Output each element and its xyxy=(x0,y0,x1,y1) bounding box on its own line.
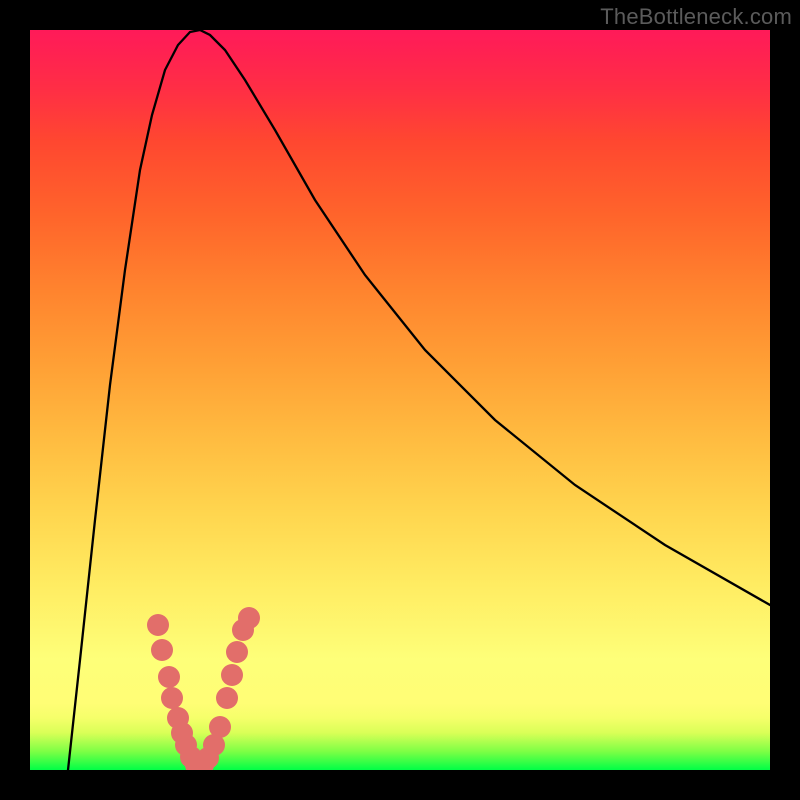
data-point-marker xyxy=(209,716,231,738)
data-point-marker xyxy=(161,687,183,709)
chart-frame: TheBottleneck.com xyxy=(0,0,800,800)
data-point-marker xyxy=(221,664,243,686)
watermark-text: TheBottleneck.com xyxy=(600,4,792,30)
plot-area xyxy=(30,30,770,770)
data-point-marker-group xyxy=(147,607,260,770)
data-point-marker xyxy=(238,607,260,629)
data-point-marker xyxy=(216,687,238,709)
data-point-marker xyxy=(158,666,180,688)
curve-left-branch xyxy=(68,30,200,770)
curve-right-branch xyxy=(200,30,770,605)
data-point-marker xyxy=(226,641,248,663)
data-point-marker xyxy=(151,639,173,661)
curve-layer xyxy=(30,30,770,770)
data-point-marker xyxy=(147,614,169,636)
